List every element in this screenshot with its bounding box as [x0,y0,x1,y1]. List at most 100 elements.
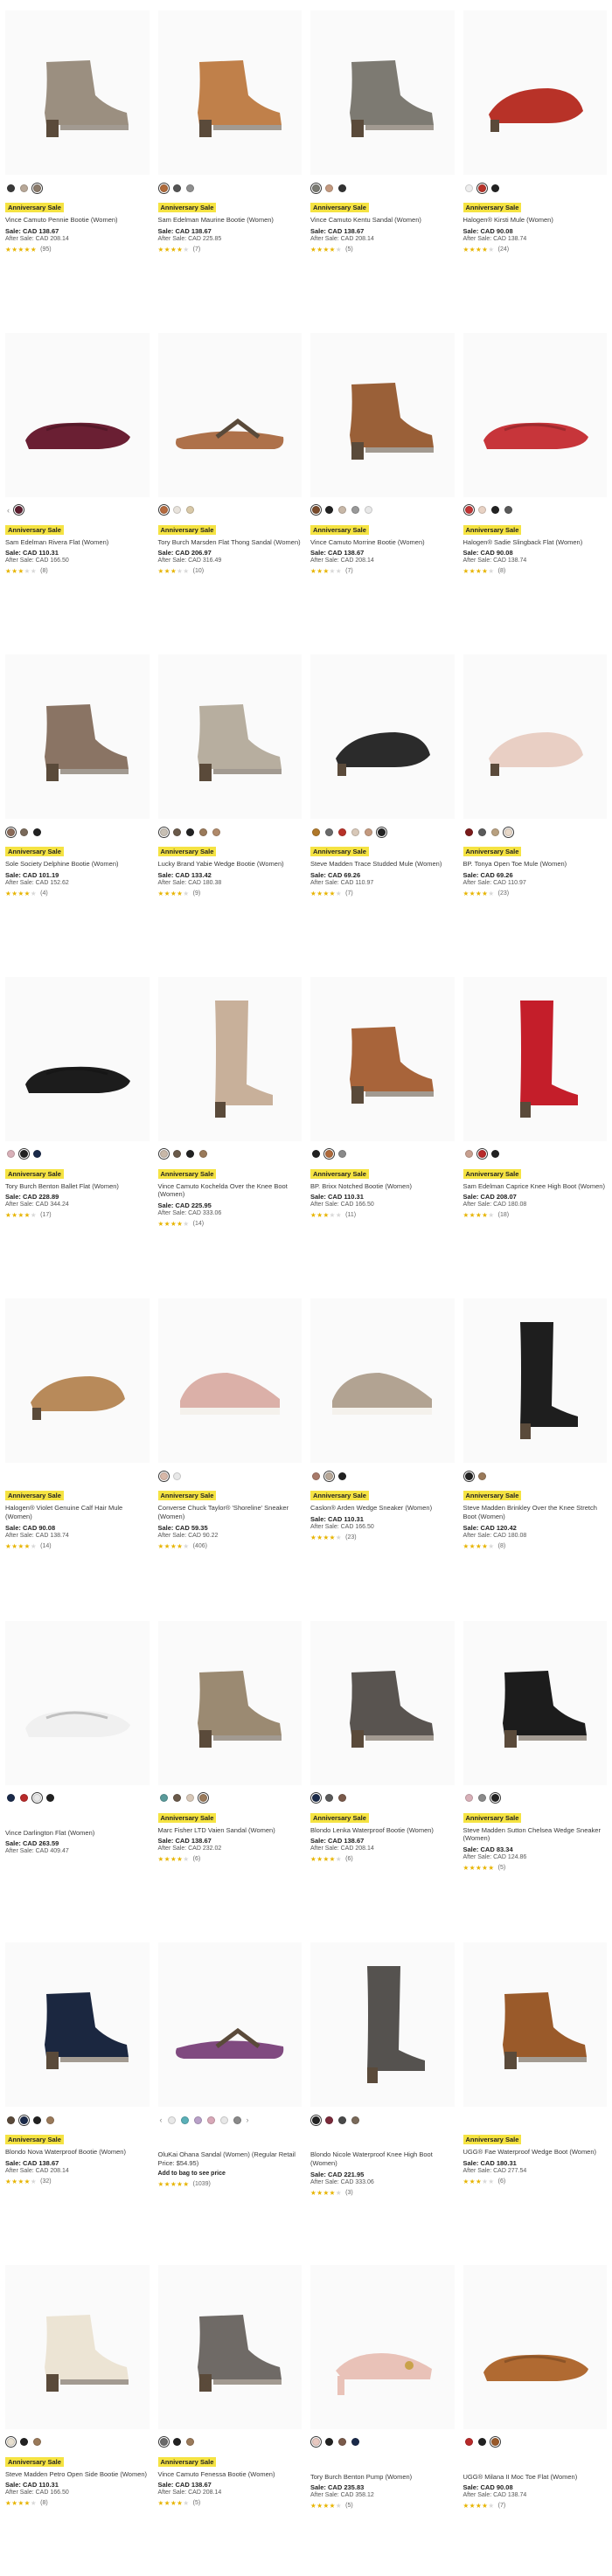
color-swatch[interactable] [338,506,346,514]
rating[interactable]: ★★★★★ (18) [463,1211,608,1219]
product-card[interactable]: Anniversary Sale Sam Edelman Maurine Boot… [156,0,304,322]
chevron-left-icon[interactable]: ‹ [160,2116,163,2124]
color-swatch[interactable] [477,506,486,514]
rating[interactable]: ★★★★★ (6) [310,1855,455,1863]
color-swatch[interactable] [33,1150,41,1158]
color-swatch[interactable] [185,2438,194,2446]
rating[interactable]: ★★★★★ (5) [310,2502,455,2510]
color-swatch[interactable] [17,2114,31,2126]
product-card[interactable]: Anniversary Sale Blondo Nova Waterproof B… [3,1932,151,2254]
color-swatch[interactable] [219,2116,228,2124]
color-swatch[interactable] [172,2438,181,2446]
color-swatch[interactable] [338,184,346,192]
product-image[interactable] [462,654,607,819]
product-card[interactable]: Anniversary Sale Blondo Lenka Waterproof … [309,1610,456,1933]
color-swatch[interactable] [312,1150,320,1158]
color-swatch[interactable] [31,1791,44,1804]
product-image[interactable] [462,1298,607,1463]
rating[interactable]: ★★★★★ (1039) [158,2180,303,2188]
product-card[interactable]: Anniversary Sale Vince Camuto Pennie Boot… [3,0,151,322]
product-image[interactable] [5,1942,150,2107]
product-image[interactable] [157,1620,302,1785]
rating[interactable]: ★★★★★ (95) [5,246,150,253]
color-swatch[interactable] [198,828,207,836]
color-swatch[interactable] [185,1150,194,1158]
product-card[interactable]: Anniversary Sale Tory Burch Marsden Flat … [156,322,304,645]
product-image[interactable] [462,2264,607,2429]
color-swatch[interactable] [325,184,333,192]
product-title-link[interactable]: Steve Madden Trace Studded Mule (Women) [310,860,455,869]
product-title-link[interactable]: Halogen® Kirsti Mule (Women) [463,216,608,225]
color-swatch[interactable] [198,1150,207,1158]
color-swatch[interactable] [464,828,473,836]
product-title-link[interactable]: Vince Darlington Flat (Women) [5,1829,150,1838]
product-card[interactable]: Anniversary Sale Vince Camuto Fenessa Boo… [156,2254,304,2576]
color-swatch[interactable] [365,828,372,836]
color-swatch[interactable] [157,182,170,194]
color-swatch[interactable] [17,1147,31,1160]
product-image[interactable] [310,1942,455,2107]
product-card[interactable]: Anniversary Sale Sam Edelman Caprice Knee… [462,966,609,1289]
color-swatch[interactable] [46,2116,54,2124]
product-card[interactable]: ‹ Anniversary Sale Sam Edelman Rivera Flat… [3,322,151,645]
product-image[interactable] [157,654,302,819]
color-swatch[interactable] [7,184,15,192]
product-title-link[interactable]: Tory Burch Benton Pump (Women) [310,2473,455,2482]
product-title-link[interactable]: Sole Society Delphine Bootie (Women) [5,860,150,869]
color-swatch[interactable] [464,184,473,192]
color-swatch[interactable] [323,1470,336,1482]
product-card[interactable]: Anniversary Sale Vince Camuto Kentu Sanda… [309,0,456,322]
product-card[interactable]: Anniversary Sale Lucky Brand Yabie Wedge … [156,644,304,966]
product-card[interactable]: Anniversary Sale Vince Camuto Kochelda Ov… [156,966,304,1289]
color-swatch[interactable] [351,828,359,836]
color-swatch[interactable] [157,503,170,516]
product-title-link[interactable]: Vince Camuto Kentu Sandal (Women) [310,216,455,225]
product-image[interactable] [5,654,150,819]
color-swatch[interactable] [464,1150,473,1158]
rating[interactable]: ★★★★★ (5) [310,246,455,253]
product-card[interactable]: Anniversary Sale Sole Society Delphine Bo… [3,644,151,966]
rating[interactable]: ★★★★★ (23) [310,1534,455,1541]
product-card[interactable]: Anniversary Sale Steve Madden Petro Open … [3,2254,151,2576]
color-swatch[interactable] [477,1794,486,1802]
color-swatch[interactable] [490,828,499,836]
product-image[interactable] [310,976,455,1141]
color-swatch[interactable] [157,1470,170,1482]
product-image[interactable] [5,2264,150,2429]
color-swatch[interactable] [7,1794,15,1802]
color-swatch[interactable] [375,826,388,838]
product-title-link[interactable]: Caslon® Arden Wedge Sneaker (Women) [310,1504,455,1513]
color-swatch[interactable] [325,828,333,836]
color-swatch[interactable] [476,182,488,194]
product-image[interactable] [5,1298,150,1463]
product-title-link[interactable]: Vince Camuto Pennie Bootie (Women) [5,216,150,225]
color-swatch[interactable] [206,2116,215,2124]
product-title-link[interactable]: Sam Edelman Caprice Knee High Boot (Wome… [463,1182,608,1191]
color-swatch[interactable] [338,2438,346,2446]
product-title-link[interactable]: Vince Camuto Morrine Bootie (Women) [310,538,455,547]
rating[interactable]: ★★★★★ (14) [158,1220,303,1228]
color-swatch[interactable] [490,1150,499,1158]
color-swatch[interactable] [46,1794,54,1802]
rating[interactable]: ★★★★★ (7) [310,567,455,575]
product-image[interactable] [462,976,607,1141]
product-card[interactable]: Anniversary Sale Halogen® Violet Genuine … [3,1288,151,1610]
product-title-link[interactable]: Lucky Brand Yabie Wedge Bootie (Women) [158,860,303,869]
rating[interactable]: ★★★★★ (32) [5,2178,150,2185]
color-swatch[interactable] [490,184,499,192]
product-image[interactable] [5,1620,150,1785]
product-card[interactable]: Anniversary Sale Halogen® Sadie Slingback… [462,322,609,645]
color-swatch[interactable] [7,2116,15,2124]
product-title-link[interactable]: Converse Chuck Taylor® 'Shoreline' Sneak… [158,1504,303,1521]
color-swatch[interactable] [212,828,220,836]
product-title-link[interactable]: Steve Madden Petro Open Side Bootie (Wom… [5,2470,150,2479]
color-swatch[interactable] [325,506,333,514]
color-swatch[interactable] [172,828,181,836]
rating[interactable]: ★★★★★ (7) [310,890,455,897]
color-swatch[interactable] [338,828,346,836]
color-swatch[interactable] [185,506,194,514]
product-card[interactable]: Anniversary Sale Converse Chuck Taylor® '… [156,1288,304,1610]
rating[interactable]: ★★★★★ (14) [5,1542,150,1550]
rating[interactable]: ★★★★★ (4) [5,890,150,897]
color-swatch[interactable] [338,1794,346,1802]
